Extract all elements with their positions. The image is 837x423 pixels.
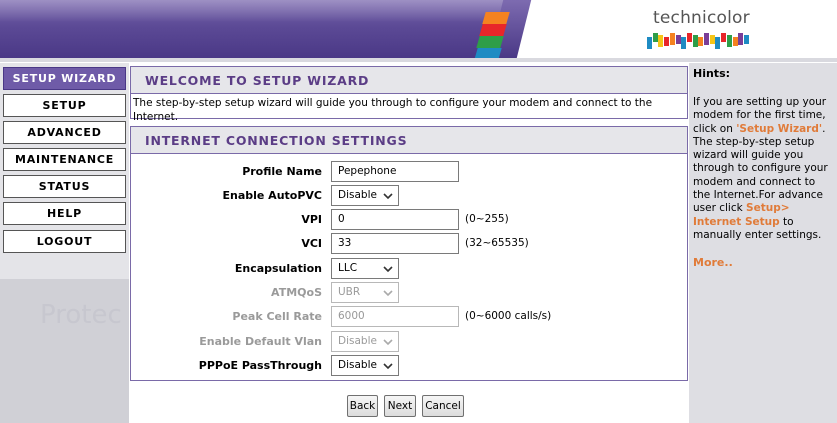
row-pppoe-passthrough: PPPoE PassThrough Disable [131, 354, 689, 378]
nav-help[interactable]: HELP [3, 202, 126, 225]
vci-range: (32~65535) [465, 237, 529, 249]
chevron-down-icon [383, 266, 393, 273]
hints-body: If you are setting up your modem for the… [693, 96, 833, 242]
logo-bar [726, 35, 732, 47]
nav-setup[interactable]: SETUP [3, 94, 126, 117]
logo-bar [698, 37, 704, 46]
settings-title: INTERNET CONNECTION SETTINGS [131, 127, 687, 154]
logo-bar [715, 37, 721, 49]
profile-name-label: Profile Name [242, 165, 322, 178]
hints-panel: Hints: If you are setting up your modem … [689, 63, 837, 423]
next-button[interactable]: Next [384, 395, 416, 417]
default-vlan-value: Disable [338, 335, 377, 347]
peak-cell-rate-label: Peak Cell Rate [232, 310, 322, 323]
welcome-panel: WELCOME TO SETUP WIZARD The step-by-step… [130, 66, 688, 123]
brand-stripes-icon [474, 12, 512, 60]
encapsulation-select[interactable]: LLC [331, 258, 399, 279]
watermark-text: Protec [40, 300, 122, 330]
row-vpi: VPI 0 (0~255) [131, 208, 689, 232]
chevron-down-icon [383, 290, 393, 297]
main-content: WELCOME TO SETUP WIZARD The step-by-step… [129, 63, 689, 423]
pppoe-passthrough-label: PPPoE PassThrough [198, 359, 322, 372]
atmqos-select[interactable]: UBR [331, 282, 399, 303]
logo-bar [704, 33, 709, 45]
auto-pvc-value: Disable [338, 189, 377, 201]
chevron-down-icon [383, 339, 393, 346]
auto-pvc-label: Enable AutoPVC [222, 189, 322, 202]
row-atmqos: ATMQoS UBR [131, 281, 689, 305]
auto-pvc-select[interactable]: Disable [331, 185, 399, 206]
more-link[interactable]: More.. [693, 256, 833, 269]
encapsulation-value: LLC [338, 262, 358, 274]
encapsulation-label: Encapsulation [234, 262, 322, 275]
hints-text-2: . The step-by-step setup wizard will gui… [693, 122, 828, 215]
chevron-down-icon [383, 363, 393, 370]
atmqos-value: UBR [338, 286, 361, 298]
logo-bar [721, 33, 727, 42]
technicolor-logo: technicolor [643, 8, 755, 53]
row-default-vlan: Enable Default Vlan Disable [131, 330, 689, 354]
peak-cell-rate-input[interactable]: 6000 [331, 306, 459, 327]
logo-bar [692, 35, 698, 47]
welcome-text: The step-by-step setup wizard will guide… [133, 97, 653, 123]
nav-logout[interactable]: LOGOUT [3, 230, 126, 253]
vpi-range: (0~255) [465, 213, 509, 225]
connection-settings-panel: INTERNET CONNECTION SETTINGS Profile Nam… [130, 126, 688, 381]
header-banner [0, 0, 510, 58]
nav-advanced[interactable]: ADVANCED [3, 121, 126, 144]
header: technicolor [0, 0, 837, 63]
vpi-label: VPI [301, 213, 322, 226]
vci-input[interactable]: 33 [331, 233, 459, 254]
nav-status[interactable]: STATUS [3, 175, 126, 198]
atmqos-label: ATMQoS [271, 286, 322, 299]
header-divider [0, 58, 837, 62]
logo-bar [658, 35, 664, 47]
logo-bar [669, 33, 675, 45]
back-button[interactable]: Back [347, 395, 378, 417]
logo-bar [675, 35, 681, 44]
logo-bar [743, 35, 749, 44]
logo-bars-icon [647, 33, 751, 51]
row-encapsulation: Encapsulation LLC [131, 257, 689, 281]
logo-text: technicolor [653, 8, 750, 28]
welcome-title: WELCOME TO SETUP WIZARD [131, 67, 687, 94]
profile-name-input[interactable]: Pepephone [331, 161, 459, 182]
logo-bar [681, 37, 687, 49]
nav-maintenance[interactable]: MAINTENANCE [3, 148, 126, 171]
logo-bar [652, 33, 658, 42]
logo-bar [664, 37, 670, 46]
default-vlan-select[interactable]: Disable [331, 331, 399, 352]
vpi-input[interactable]: 0 [331, 209, 459, 230]
logo-bar [732, 37, 738, 46]
row-vci: VCI 33 (32~65535) [131, 232, 689, 256]
row-auto-pvc: Enable AutoPVC Disable [131, 184, 689, 208]
row-profile-name: Profile Name Pepephone [131, 160, 689, 184]
peak-cell-rate-range: (0~6000 calls/s) [465, 310, 552, 322]
setup-wizard-link[interactable]: 'Setup Wizard' [736, 123, 822, 135]
default-vlan-label: Enable Default Vlan [199, 335, 322, 348]
pppoe-passthrough-select[interactable]: Disable [331, 355, 399, 376]
cancel-button[interactable]: Cancel [422, 395, 464, 417]
pppoe-passthrough-value: Disable [338, 359, 377, 371]
sidebar: Protec SETUP WIZARD SETUP ADVANCED MAINT… [0, 63, 129, 423]
chevron-down-icon [383, 193, 393, 200]
logo-bar [647, 37, 652, 49]
vci-label: VCI [301, 237, 322, 250]
logo-bar [738, 33, 744, 45]
logo-bar [709, 35, 715, 44]
logo-bar [686, 33, 692, 42]
nav-setup-wizard[interactable]: SETUP WIZARD [3, 67, 126, 90]
hints-title: Hints: [693, 67, 731, 80]
row-peak-cell-rate: Peak Cell Rate 6000 (0~6000 calls/s) [131, 305, 689, 329]
